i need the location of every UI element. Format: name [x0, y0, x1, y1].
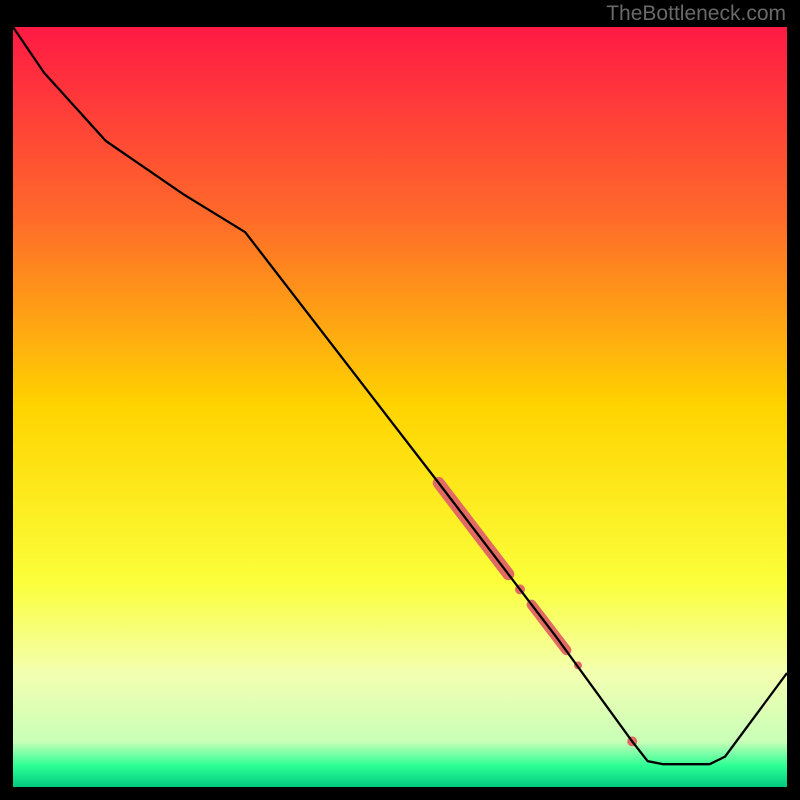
gradient-background: [13, 27, 787, 787]
watermark-text: TheBottleneck.com: [606, 2, 786, 26]
chart-frame: TheBottleneck.com: [0, 0, 800, 800]
plot-area: [13, 27, 787, 787]
chart-svg: [13, 27, 787, 787]
